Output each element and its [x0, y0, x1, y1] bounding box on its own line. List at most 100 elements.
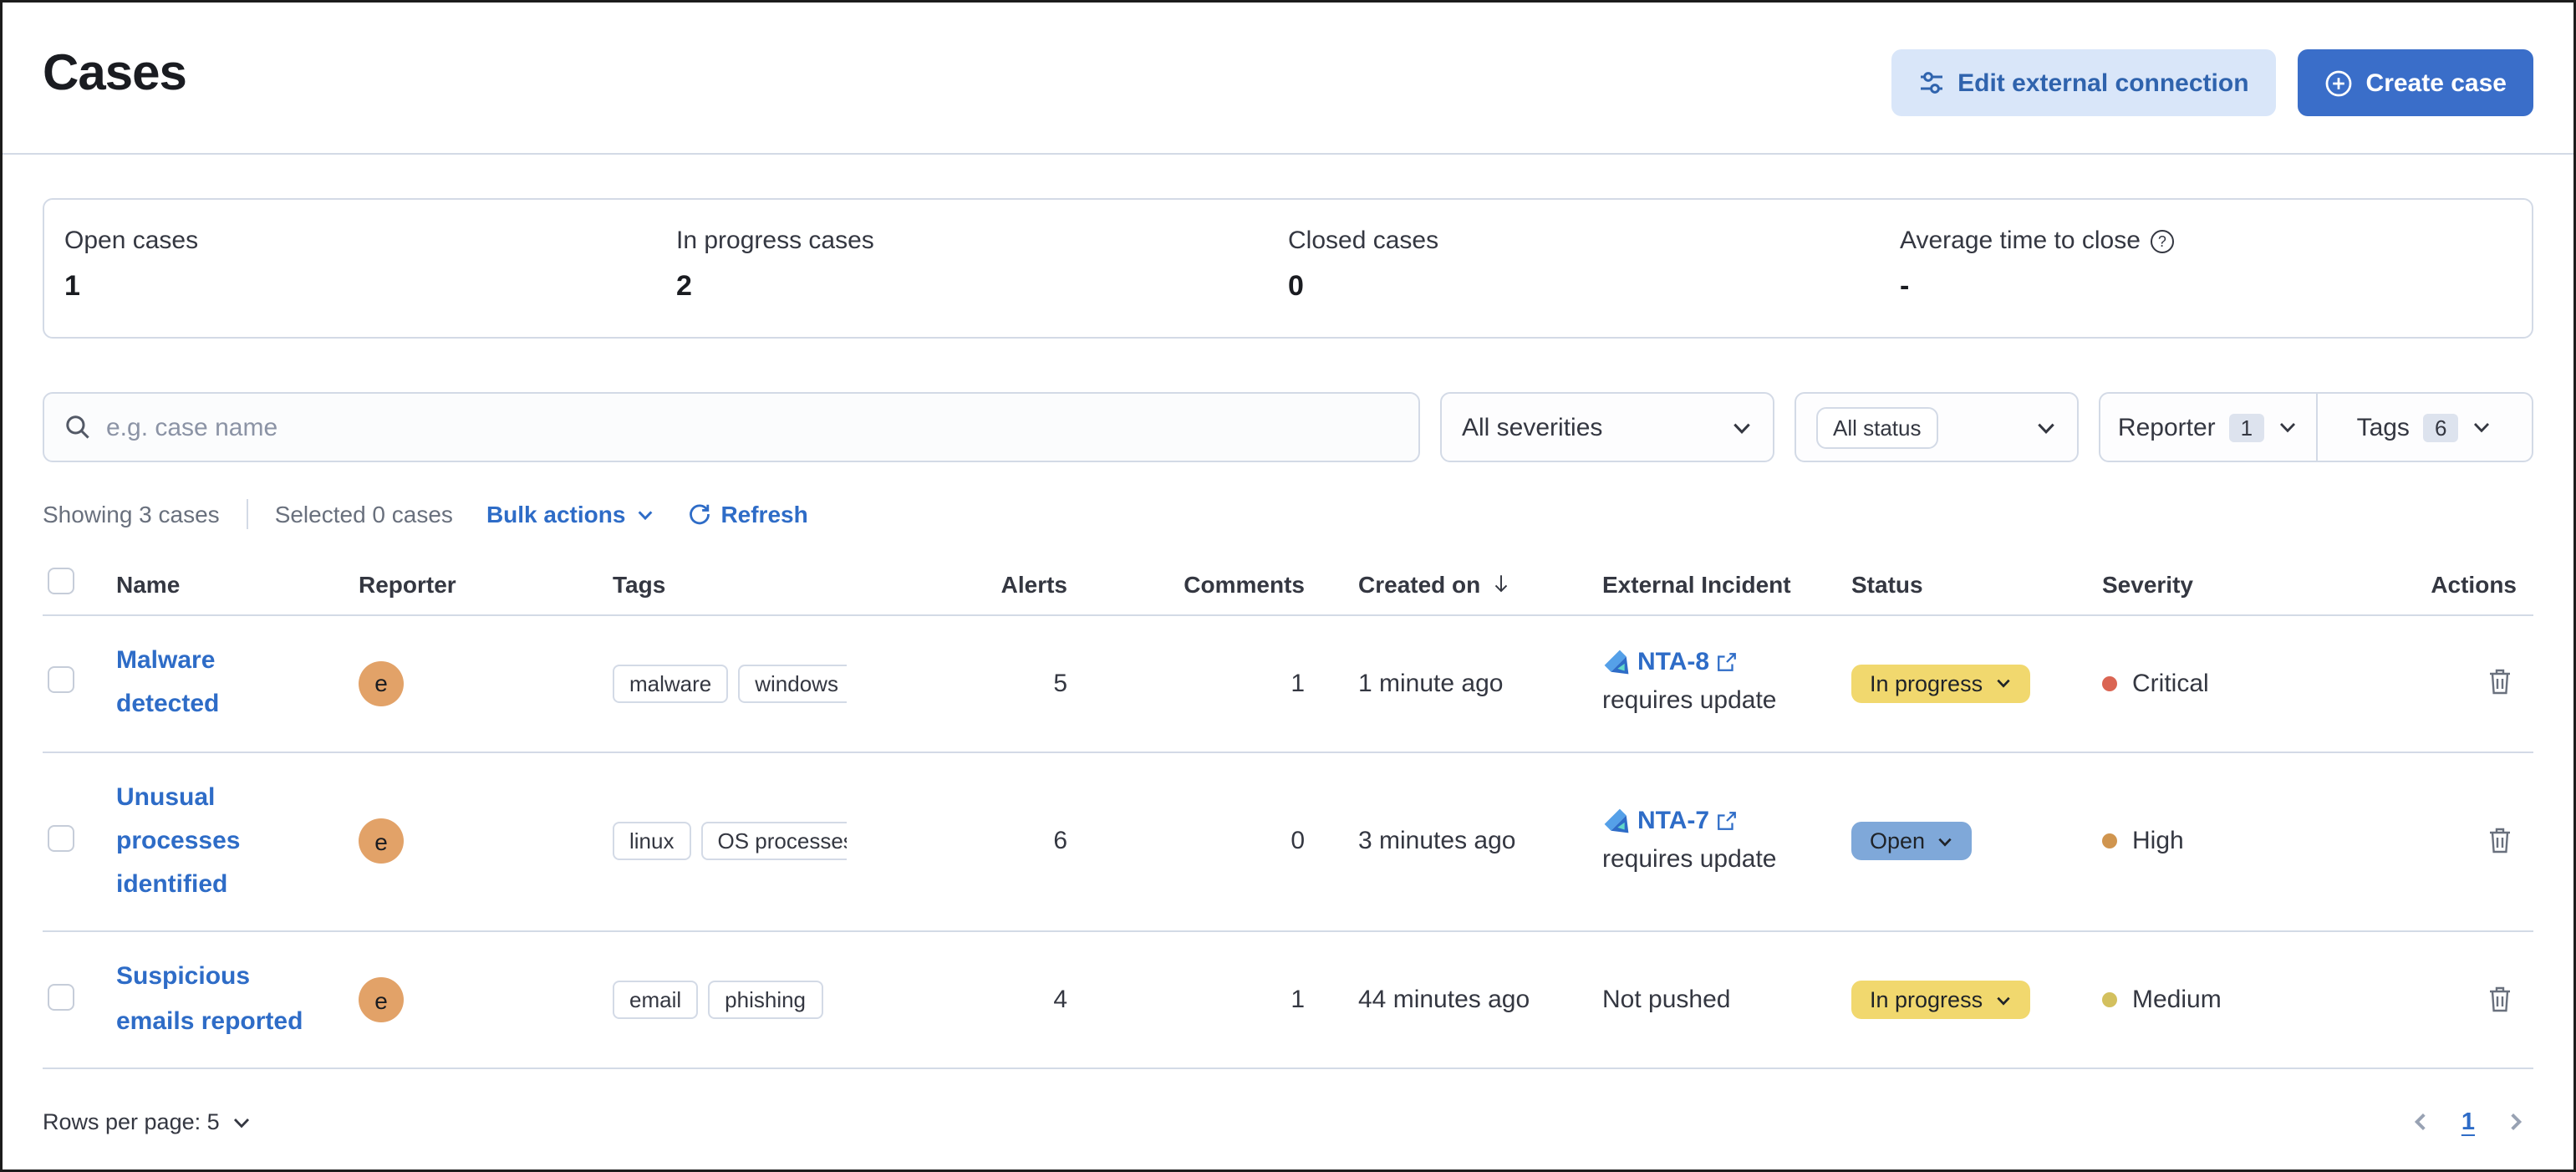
case-name-link[interactable]: Suspicious emails reported [116, 956, 317, 1044]
table-toolbar: Showing 3 cases Selected 0 cases Bulk ac… [3, 499, 2573, 529]
row-checkbox[interactable] [48, 983, 74, 1010]
header-divider [3, 153, 2573, 155]
row-checkbox[interactable] [48, 667, 74, 694]
reporter-avatar: e [359, 819, 404, 864]
table-footer: Rows per page: 5 1 [3, 1109, 2573, 1136]
severity-cell: Medium [2102, 986, 2353, 1014]
case-name-link[interactable]: Unusual processes identified [116, 776, 317, 908]
rows-per-page-button[interactable]: Rows per page: 5 [43, 1110, 252, 1135]
selected-count: Selected 0 cases [275, 501, 453, 527]
column-header-external-incident[interactable]: External Incident [1602, 570, 1851, 597]
trash-icon [2487, 825, 2513, 855]
tag-pill: windows [738, 665, 847, 703]
showing-count: Showing 3 cases [43, 501, 220, 527]
sliders-icon [1917, 69, 1944, 96]
header-actions: Edit external connection Create case [1891, 49, 2533, 116]
table-header-row: Name Reporter Tags Alerts Comments Creat… [43, 553, 2533, 616]
comments-count: 0 [1067, 828, 1305, 856]
window-frame: Cases Edit external connection Create ca… [0, 0, 2576, 1172]
bulk-actions-button[interactable]: Bulk actions [486, 501, 654, 527]
row-checkbox[interactable] [48, 825, 74, 852]
search-icon [64, 414, 91, 441]
stat-in-progress-value: 2 [676, 270, 1288, 303]
refresh-icon [687, 502, 710, 526]
severity-cell: High [2102, 828, 2353, 856]
delete-case-button[interactable] [2483, 980, 2517, 1017]
edit-external-connection-button[interactable]: Edit external connection [1891, 49, 2275, 116]
next-page-button[interactable] [2505, 1112, 2527, 1134]
reporter-tags-filter-group: Reporter 1 Tags 6 [2099, 392, 2533, 462]
external-incident-link[interactable]: NTA-8 [1637, 649, 1709, 677]
severity-cell: Critical [2102, 670, 2353, 698]
select-all-checkbox[interactable] [48, 568, 74, 594]
tag-pill: phishing [708, 981, 822, 1019]
search-input[interactable] [106, 413, 1398, 441]
status-badge[interactable]: In progress [1851, 665, 2029, 703]
cases-page: Cases Edit external connection Create ca… [3, 3, 2573, 1169]
column-header-reporter[interactable]: Reporter [359, 570, 613, 597]
alerts-count: 4 [947, 986, 1067, 1014]
external-incident-note: requires update [1602, 684, 1851, 719]
tags-count-badge: 6 [2423, 413, 2458, 441]
external-link-icon [1716, 652, 1738, 674]
pagination: 1 [2410, 1109, 2533, 1136]
comments-count: 1 [1067, 670, 1305, 698]
column-header-name[interactable]: Name [116, 570, 359, 597]
tags-cell: malware windows [613, 665, 847, 703]
refresh-button[interactable]: Refresh [687, 501, 807, 527]
severity-filter-dropdown[interactable]: All severities [1440, 392, 1774, 462]
reporter-filter-button[interactable]: Reporter 1 [2100, 394, 2315, 461]
comments-count: 1 [1067, 986, 1305, 1014]
external-incident-link[interactable]: NTA-7 [1637, 807, 1709, 835]
tags-cell: linux OS processes [613, 823, 847, 861]
tags-filter-button[interactable]: Tags 6 [2317, 394, 2532, 461]
delete-case-button[interactable] [2483, 664, 2517, 701]
stat-avg-close-value: - [1900, 270, 2512, 303]
chevron-down-icon [2472, 417, 2492, 437]
external-incident-cell: NTA-7 requires update [1602, 807, 1851, 877]
case-name-link[interactable]: Malware detected [116, 640, 317, 727]
chevron-down-icon [635, 505, 654, 523]
reporter-avatar: e [359, 661, 404, 706]
tag-pill: OS processes [701, 823, 848, 861]
alerts-count: 5 [947, 670, 1067, 698]
reporter-count-badge: 1 [2229, 413, 2264, 441]
table-row-malware-detected: Malware detected e malware windows 5 1 1… [43, 616, 2533, 752]
external-incident-logo-icon [1602, 807, 1631, 835]
chevron-down-icon [1994, 991, 2011, 1008]
severity-dot-high [2102, 834, 2117, 849]
external-incident-note: requires update [1602, 842, 1851, 877]
stat-in-progress-cases: In progress cases 2 [676, 227, 1288, 303]
tag-pill: malware [613, 665, 728, 703]
chevron-down-icon [1937, 833, 1953, 850]
create-case-button[interactable]: Create case [2298, 49, 2533, 116]
chevron-down-icon [1994, 675, 2011, 692]
search-box [43, 392, 1420, 462]
column-header-created-on[interactable]: Created on [1358, 570, 1602, 597]
table-row-suspicious-emails: Suspicious emails reported e email phish… [43, 933, 2533, 1069]
previous-page-button[interactable] [2410, 1112, 2431, 1134]
stat-closed-value: 0 [1288, 270, 1900, 303]
sort-descending-icon [1490, 573, 1512, 594]
chevron-right-icon [2505, 1112, 2527, 1134]
column-header-severity[interactable]: Severity [2102, 570, 2353, 597]
status-badge[interactable]: Open [1851, 823, 1972, 861]
table-row-unusual-processes: Unusual processes identified e linux OS … [43, 752, 2533, 933]
column-header-comments[interactable]: Comments [1067, 570, 1305, 597]
column-header-actions: Actions [2353, 570, 2533, 597]
page-header: Cases Edit external connection Create ca… [3, 3, 2573, 116]
help-icon[interactable]: ? [2151, 229, 2174, 252]
column-header-tags[interactable]: Tags [613, 570, 947, 597]
column-header-status[interactable]: Status [1851, 570, 2102, 597]
status-badge[interactable]: In progress [1851, 981, 2029, 1019]
cases-table: Name Reporter Tags Alerts Comments Creat… [3, 553, 2573, 1069]
stat-open-value: 1 [64, 270, 676, 303]
page-number[interactable]: 1 [2461, 1109, 2475, 1136]
chevron-left-icon [2410, 1112, 2431, 1134]
status-filter-dropdown[interactable]: All status [1795, 392, 2079, 462]
stat-closed-cases: Closed cases 0 [1288, 227, 1900, 303]
delete-case-button[interactable] [2483, 822, 2517, 859]
column-header-alerts[interactable]: Alerts [947, 570, 1067, 597]
external-incident-cell: Not pushed [1602, 986, 1851, 1014]
stat-average-time-to-close: Average time to close ? - [1900, 227, 2512, 303]
